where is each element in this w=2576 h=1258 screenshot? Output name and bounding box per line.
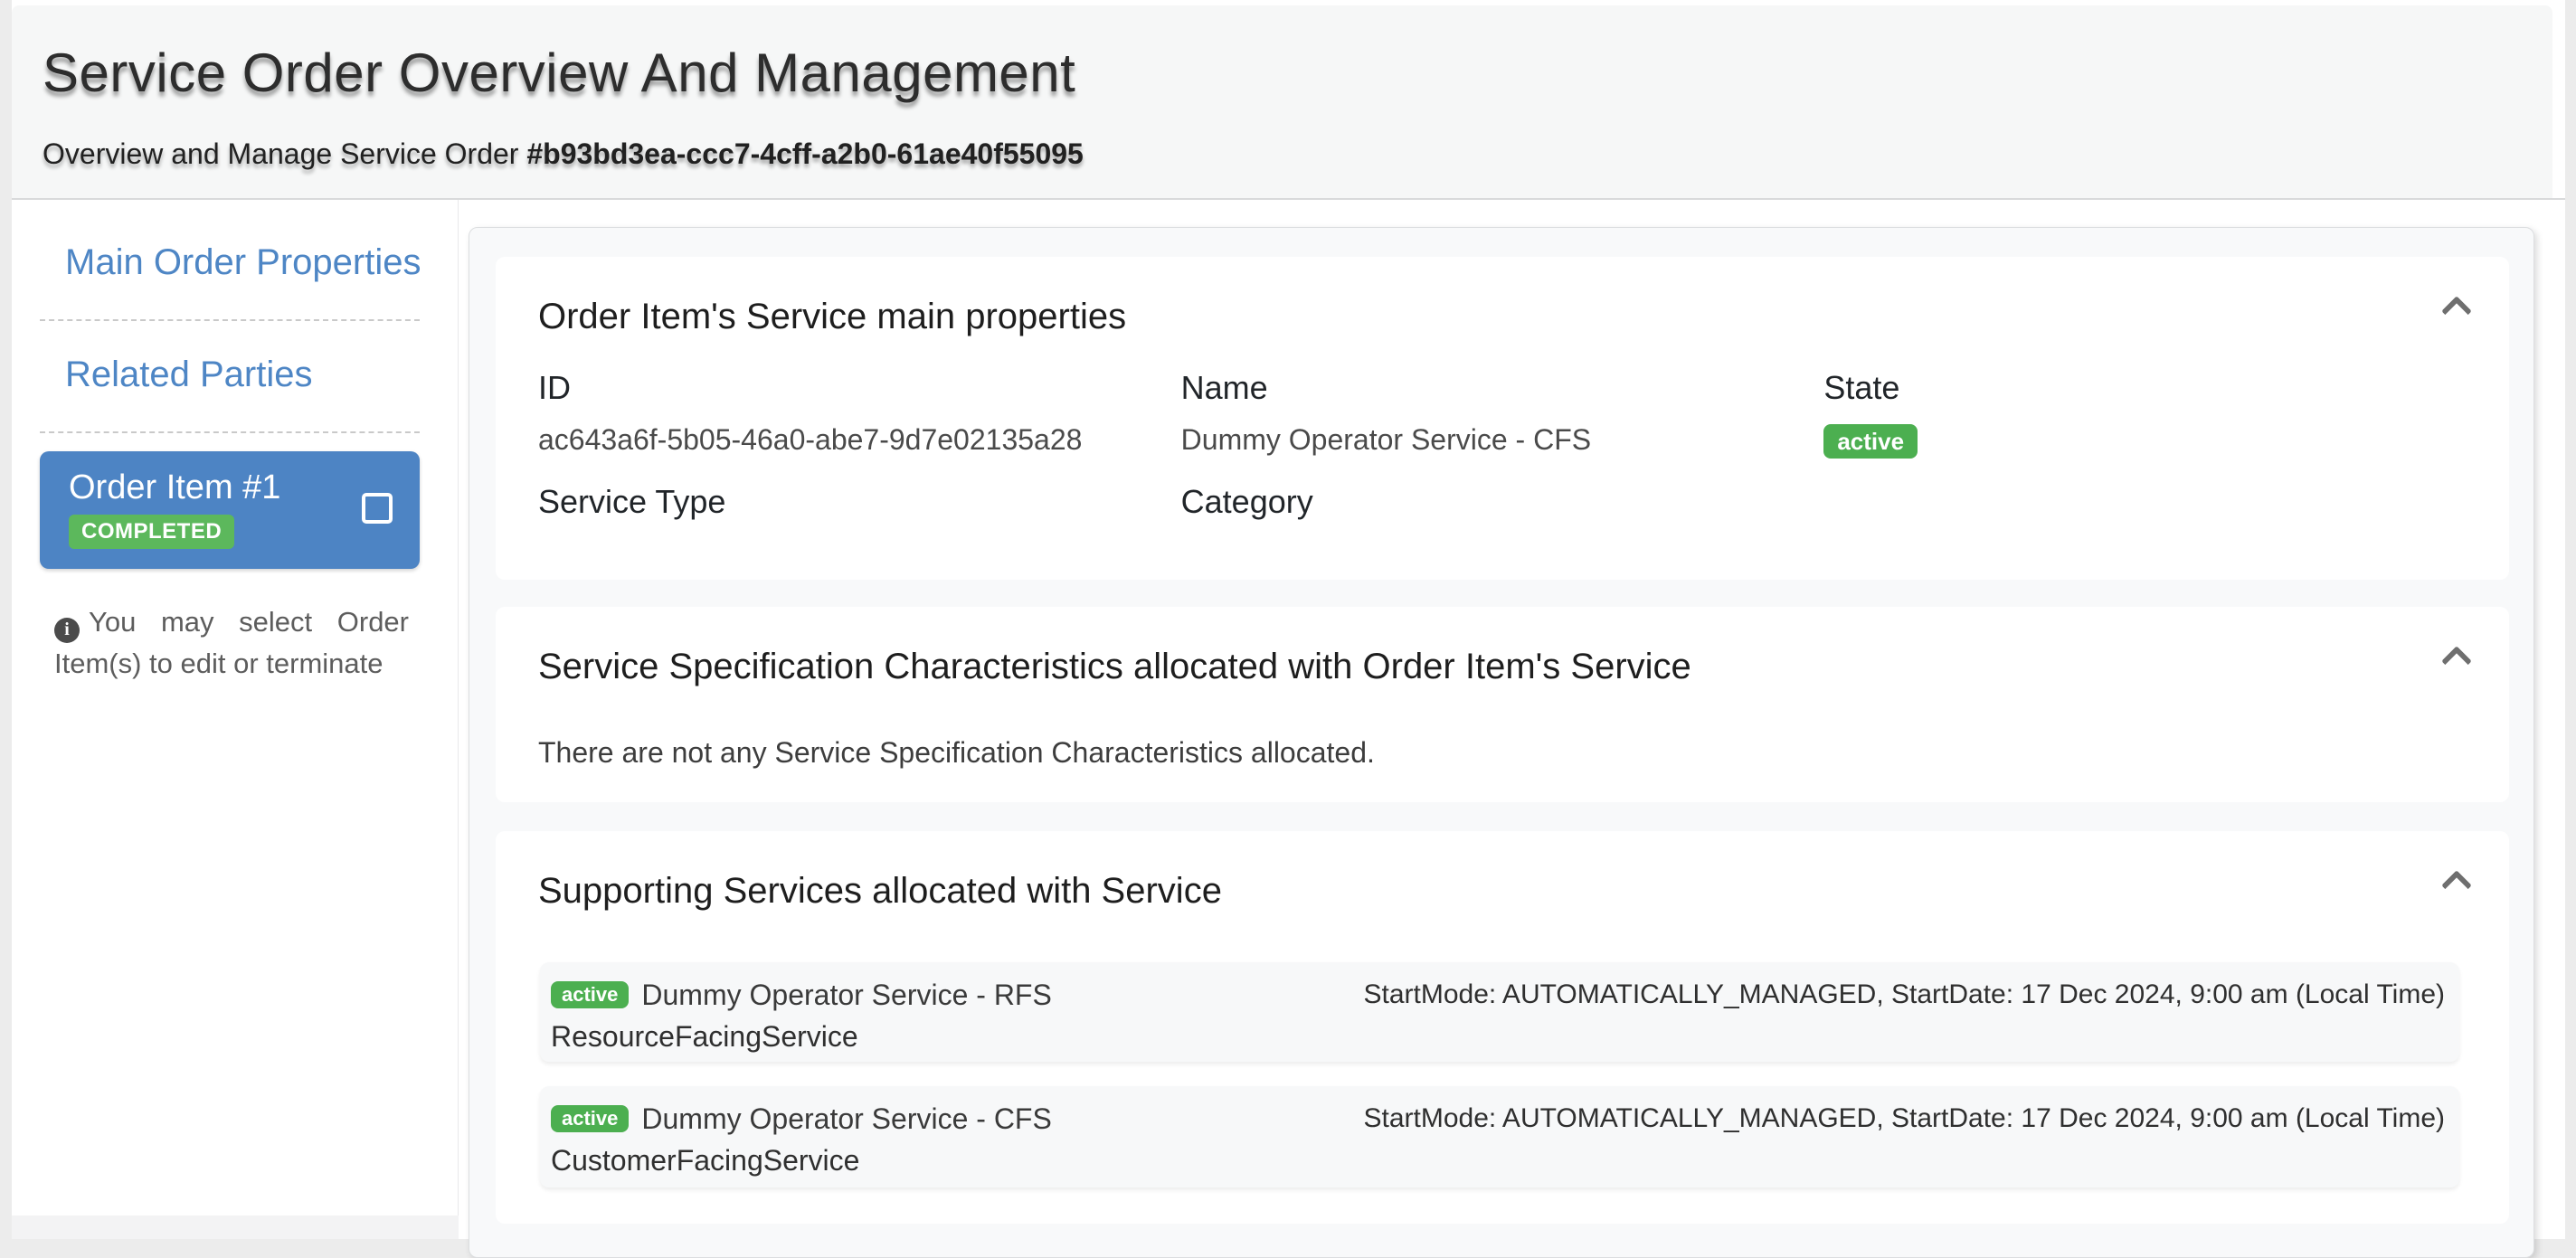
properties-grid: ID Name State ac643a6f-5b05-46a0-abe7-9d… <box>496 342 2509 522</box>
checkbox-unchecked-icon[interactable] <box>362 493 393 524</box>
sidebar-item-main-order-properties[interactable]: Main Order Properties <box>12 241 458 283</box>
sidebar-hint: iYou may select Order Item(s) to edit or… <box>54 601 409 684</box>
service-name: Dummy Operator Service - RFS <box>641 979 1051 1012</box>
field-label-state: State <box>1823 368 2467 408</box>
field-value-state: active <box>1823 420 2467 459</box>
field-label-id: ID <box>538 368 1181 408</box>
panel-supporting-services: Supporting Services allocated with Servi… <box>496 831 2509 1224</box>
service-name: Dummy Operator Service - CFS <box>641 1102 1051 1136</box>
supporting-service-row[interactable]: active Dummy Operator Service - RFS Reso… <box>540 962 2459 1062</box>
status-badge-completed: COMPLETED <box>69 515 234 549</box>
field-label-service-type: Service Type <box>538 482 1181 522</box>
sidebar-divider <box>40 431 420 433</box>
subtitle-prefix: Overview and Manage Service Order <box>43 137 526 170</box>
panel-spec-characteristics: Service Specification Characteristics al… <box>496 607 2509 802</box>
panel-title: Service Specification Characteristics al… <box>496 607 2509 692</box>
field-value-name: Dummy Operator Service - CFS <box>1181 420 1824 459</box>
sidebar-divider <box>40 319 420 321</box>
service-type: ResourceFacingService <box>551 1017 2445 1056</box>
app-window: Service Order Overview And Management Ov… <box>12 0 2565 1239</box>
state-badge-active: active <box>1823 424 1918 459</box>
page-title: Service Order Overview And Management <box>43 42 1075 104</box>
field-label-category: Category <box>1181 482 1824 522</box>
field-label-name: Name <box>1181 368 1824 408</box>
panel-title: Order Item's Service main properties <box>496 257 2509 342</box>
empty-characteristics-message: There are not any Service Specification … <box>496 692 2509 772</box>
service-type: CustomerFacingService <box>551 1140 2445 1180</box>
panel-service-main-properties: Order Item's Service main properties ID … <box>496 257 2509 580</box>
service-start-details: StartMode: AUTOMATICALLY_MANAGED, StartD… <box>1364 1099 2445 1139</box>
sidebar: Main Order Properties Related Parties Or… <box>12 200 459 1215</box>
sidebar-bottom-strip <box>12 1215 459 1239</box>
field-label-empty <box>1823 482 2467 522</box>
panel-title: Supporting Services allocated with Servi… <box>496 831 2509 916</box>
supporting-service-row[interactable]: active Dummy Operator Service - CFS Cust… <box>540 1086 2459 1187</box>
order-item-card[interactable]: Order Item #1 COMPLETED <box>40 451 420 569</box>
main-content-card: Order Item's Service main properties ID … <box>469 227 2534 1258</box>
sidebar-hint-text: You may select Order Item(s) to edit or … <box>54 606 409 679</box>
service-start-details: StartMode: AUTOMATICALLY_MANAGED, StartD… <box>1364 975 2445 1015</box>
page-header: Service Order Overview And Management Ov… <box>12 5 2552 198</box>
page-subtitle: Overview and Manage Service Order #b93bd… <box>43 137 1084 171</box>
service-state-badge: active <box>551 1105 629 1132</box>
order-id: #b93bd3ea-ccc7-4cff-a2b0-61ae40f55095 <box>526 137 1084 170</box>
service-state-badge: active <box>551 981 629 1008</box>
sidebar-item-related-parties[interactable]: Related Parties <box>12 354 458 395</box>
info-circle-icon: i <box>54 618 80 643</box>
field-value-id: ac643a6f-5b05-46a0-abe7-9d7e02135a28 <box>538 420 1181 459</box>
